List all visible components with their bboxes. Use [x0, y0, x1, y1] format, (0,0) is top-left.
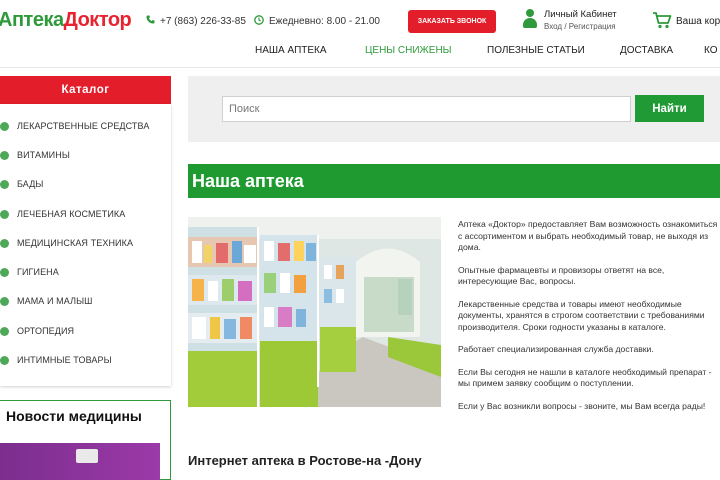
nav-delivery[interactable]: ДОСТАВКА [620, 45, 673, 56]
header-divider [0, 67, 720, 68]
catalog-item-label: ГИГИЕНА [17, 267, 59, 277]
search-input[interactable] [222, 96, 631, 122]
about-paragraph: Опытные фармацевты и провизоры ответят н… [458, 264, 665, 287]
cabinet-login-link[interactable]: Вход / Регистрация [544, 22, 617, 31]
phone-icon [146, 15, 155, 27]
pharmacy-photo [188, 217, 441, 407]
about-paragraph: Аптека «Доктор» предоставляет Вам возмож… [458, 219, 718, 252]
about-paragraph: Работает специализированная служба доста… [458, 344, 654, 354]
catalog-item-label: ЛЕЧЕБНАЯ КОСМЕТИКА [17, 209, 126, 219]
nav-our-pharmacy[interactable]: НАША АПТЕКА [255, 45, 327, 56]
catalog-item-hygiene[interactable]: ГИГИЕНА [0, 264, 171, 280]
category-bullet-icon [0, 179, 9, 189]
catalog-item-vitamins[interactable]: ВИТАМИНЫ [0, 147, 171, 163]
cart-link[interactable]: Ваша кор [652, 11, 720, 32]
catalog-item-intimate[interactable]: ИНТИМНЫЕ ТОВАРЫ [0, 352, 171, 368]
catalog-list: ЛЕКАРСТВЕННЫЕ СРЕДСТВА ВИТАМИНЫ БАДЫ ЛЕЧ… [0, 104, 171, 386]
header-phone[interactable]: +7 (863) 226-33-85 [146, 15, 246, 27]
news-image[interactable] [0, 443, 160, 480]
category-bullet-icon [0, 238, 9, 248]
catalog-item-label: БАДЫ [17, 179, 44, 189]
catalog-item-supplements[interactable]: БАДЫ [0, 176, 171, 192]
nav-prices-reduced[interactable]: ЦЕНЫ СНИЖЕНЫ [365, 45, 452, 56]
user-icon [522, 9, 538, 29]
catalog-item-medical-equipment[interactable]: МЕДИЦИНСКАЯ ТЕХНИКА [0, 235, 171, 251]
catalog-item-label: МЕДИЦИНСКАЯ ТЕХНИКА [17, 238, 134, 248]
cart-label: Ваша кор [676, 16, 720, 27]
category-bullet-icon [0, 326, 9, 336]
cabinet-title[interactable]: Личный Кабинет [544, 9, 617, 20]
category-bullet-icon [0, 355, 9, 365]
category-bullet-icon [0, 209, 9, 219]
about-paragraph: Если Вы сегодня не нашли в каталоге необ… [458, 366, 712, 389]
phone-number: +7 (863) 226-33-85 [160, 15, 246, 27]
nav-useful-articles[interactable]: ПОЛЕЗНЫЕ СТАТЬИ [487, 45, 585, 56]
nav-contacts[interactable]: КО [704, 45, 718, 56]
catalog-item-label: ЛЕКАРСТВЕННЫЕ СРЕДСТВА [17, 121, 150, 131]
catalog-item-label: ИНТИМНЫЕ ТОВАРЫ [17, 355, 112, 365]
about-text: Аптека «Доктор» предоставляет Вам возмож… [458, 219, 720, 423]
category-bullet-icon [0, 296, 9, 306]
logo-part-1: Аптека [0, 9, 64, 31]
catalog-item-medicines[interactable]: ЛЕКАРСТВЕННЫЕ СРЕДСТВА [0, 118, 171, 134]
catalog-header: Каталог [0, 76, 171, 104]
personal-cabinet[interactable]: Личный Кабинет Вход / Регистрация [522, 9, 617, 31]
catalog-item-label: МАМА И МАЛЫШ [17, 296, 93, 306]
catalog-item-cosmetics[interactable]: ЛЕЧЕБНАЯ КОСМЕТИКА [0, 206, 171, 222]
catalog-item-orthopedics[interactable]: ОРТОПЕДИЯ [0, 323, 171, 339]
about-paragraph: Лекарственные средства и товары имеют не… [458, 298, 705, 332]
page-title: Наша аптека [188, 164, 720, 198]
category-bullet-icon [0, 150, 9, 160]
logo-part-2: Доктор [63, 9, 132, 31]
clock-icon [254, 15, 264, 28]
site-logo[interactable]: АптекаДоктор [0, 9, 132, 32]
search-panel: Найти [188, 76, 720, 142]
category-bullet-icon [0, 121, 9, 131]
medical-news-box: Новости медицины [0, 400, 171, 480]
catalog-item-label: ОРТОПЕДИЯ [17, 326, 75, 336]
cart-icon [652, 11, 672, 32]
catalog-item-label: ВИТАМИНЫ [17, 150, 70, 160]
about-paragraph: Если у Вас возникли вопросы - звоните, м… [458, 400, 706, 411]
main-nav: НАША АПТЕКА ЦЕНЫ СНИЖЕНЫ ПОЛЕЗНЫЕ СТАТЬИ… [0, 45, 720, 59]
medical-news-title[interactable]: Новости медицины [6, 408, 142, 424]
catalog-item-mother-baby[interactable]: МАМА И МАЛЫШ [0, 293, 171, 309]
online-pharmacy-heading: Интернет аптека в Ростове-на -Дону [188, 453, 422, 468]
search-button[interactable]: Найти [635, 95, 704, 122]
order-call-button[interactable]: ЗАКАЗАТЬ ЗВОНОК [408, 10, 496, 33]
category-bullet-icon [0, 267, 9, 277]
hours-text: Ежедневно: 8.00 - 21.00 [269, 16, 380, 27]
header-hours: Ежедневно: 8.00 - 21.00 [254, 15, 380, 28]
site-header: АптекаДоктор +7 (863) 226-33-85 Ежедневн… [0, 0, 720, 68]
